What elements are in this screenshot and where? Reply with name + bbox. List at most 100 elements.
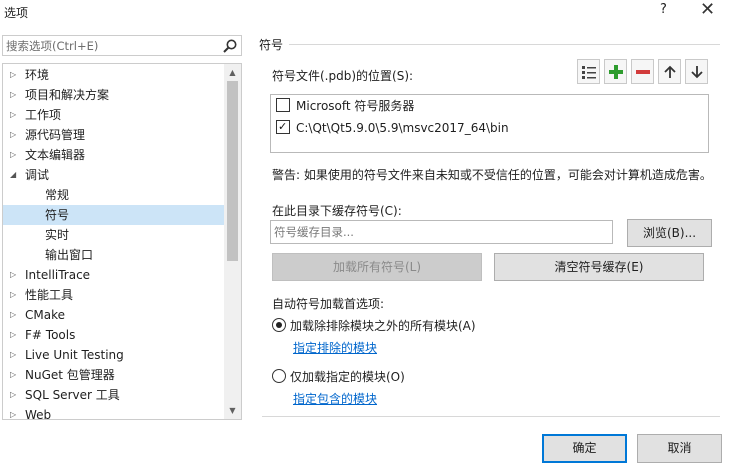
move-down-button[interactable] — [685, 59, 708, 84]
list-icon — [581, 65, 596, 79]
search-icon[interactable] — [222, 38, 238, 54]
location-item-qt[interactable]: C:\Qt\Qt5.9.0\5.9\msvc2017_64\bin — [276, 117, 509, 138]
tree-item-label: 工作项 — [25, 108, 62, 122]
add-location-button[interactable] — [604, 59, 627, 84]
move-up-button[interactable] — [658, 59, 681, 84]
expand-arrow-icon[interactable]: ▷ — [10, 285, 16, 305]
tree-item[interactable]: ▷ 项目和解决方案 — [3, 85, 225, 105]
tree-item-label: 项目和解决方案 — [25, 88, 110, 102]
tree-scrollbar[interactable]: ▲ ▼ — [224, 64, 241, 419]
radio-button[interactable] — [272, 318, 286, 332]
location-checkbox[interactable] — [276, 98, 290, 112]
tree-item[interactable]: ◢ 调试 — [3, 165, 225, 185]
pdb-locations-label: 符号文件(.pdb)的位置(S): — [272, 69, 414, 83]
tree-item[interactable]: ▷ 工作项 — [3, 105, 225, 125]
tree-item[interactable]: 实时 — [3, 225, 225, 245]
expand-arrow-icon[interactable]: ▷ — [10, 385, 16, 405]
expand-arrow-icon[interactable]: ▷ — [10, 105, 16, 125]
arrow-down-icon — [690, 65, 703, 78]
auto-load-label: 自动符号加载首选项: — [272, 297, 385, 311]
tree-item[interactable]: 符号 — [3, 205, 225, 225]
expand-arrow-icon[interactable]: ▷ — [10, 85, 16, 105]
options-tree[interactable]: ▷ 环境 ▷ 项目和解决方案 ▷ 工作项 ▷ 源代码管理 ▷ 文本编辑器 ◢ 调试常规符号实时输出窗口… — [2, 63, 242, 420]
tree-item[interactable]: ▷ 性能工具 — [3, 285, 225, 305]
expand-arrow-icon[interactable]: ▷ — [10, 345, 16, 365]
tree-item[interactable]: ▷ 文本编辑器 — [3, 145, 225, 165]
scrollbar-thumb[interactable] — [227, 81, 238, 261]
cache-dir-field — [270, 220, 613, 244]
tree-item-label: 源代码管理 — [25, 128, 86, 142]
location-label: C:\Qt\Qt5.9.0\5.9\msvc2017_64\bin — [296, 121, 509, 135]
scroll-down-icon[interactable]: ▼ — [224, 402, 241, 419]
tree-item[interactable]: ▷ F# Tools — [3, 325, 225, 345]
divider — [262, 416, 720, 417]
minus-icon — [635, 69, 650, 74]
tree-item-label: CMake — [25, 308, 65, 322]
browse-button[interactable]: 浏览(B)... — [627, 219, 712, 247]
clear-symbol-cache-button[interactable]: 清空符号缓存(E) — [494, 253, 704, 281]
location-label: Microsoft 符号服务器 — [296, 99, 415, 113]
close-icon[interactable]: ✕ — [700, 0, 715, 20]
radio-button[interactable] — [272, 369, 286, 383]
location-item-microsoft[interactable]: Microsoft 符号服务器 — [276, 96, 414, 116]
expand-arrow-icon[interactable]: ▷ — [10, 405, 16, 419]
section-title: 符号 — [259, 38, 284, 52]
expanded-arrow-icon[interactable]: ◢ — [10, 165, 16, 185]
tree-item[interactable]: ▷ 环境 — [3, 65, 225, 85]
divider — [289, 44, 720, 45]
expand-arrow-icon[interactable]: ▷ — [10, 365, 16, 385]
tree-item-label: F# Tools — [25, 328, 76, 342]
load-all-modules-option[interactable]: 加载除排除模块之外的所有模块(A) — [272, 317, 476, 334]
help-button[interactable]: ? — [660, 2, 667, 17]
tree-item-label: 符号 — [45, 208, 70, 222]
search-box — [2, 35, 242, 56]
expand-arrow-icon[interactable]: ▷ — [10, 125, 16, 145]
tree-item-label: Web — [25, 408, 52, 420]
plus-icon — [608, 64, 623, 79]
location-checkbox[interactable] — [276, 117, 290, 137]
tree-item-label: 常规 — [45, 188, 70, 202]
title-bar: 选项 ? ✕ — [0, 0, 730, 30]
specify-included-modules-link[interactable]: 指定包含的模块 — [293, 390, 377, 407]
tree-item[interactable]: ▷ SQL Server 工具 — [3, 385, 225, 405]
tree-item-label: 性能工具 — [25, 288, 74, 302]
tree-item[interactable]: 输出窗口 — [3, 245, 225, 265]
cache-dir-label: 在此目录下缓存符号(C): — [272, 204, 402, 218]
tree-item-label: 输出窗口 — [45, 248, 94, 262]
tree-item-label: NuGet 包管理器 — [25, 368, 115, 382]
tree-item-label: 文本编辑器 — [25, 148, 86, 162]
scroll-up-icon[interactable]: ▲ — [224, 64, 241, 81]
tree-item[interactable]: 常规 — [3, 185, 225, 205]
cancel-button[interactable]: 取消 — [637, 434, 722, 463]
expand-arrow-icon[interactable]: ▷ — [10, 65, 16, 85]
tree-item[interactable]: ▷ IntelliTrace — [3, 265, 225, 285]
tree-item[interactable]: ▷ CMake — [3, 305, 225, 325]
tree-item-label: 环境 — [25, 68, 50, 82]
tree-item-label: SQL Server 工具 — [25, 388, 120, 402]
symbol-locations-list[interactable]: Microsoft 符号服务器 C:\Qt\Qt5.9.0\5.9\msvc20… — [270, 94, 709, 153]
warning-text: 警告: 如果使用的符号文件来自未知或不受信任的位置，可能会对计算机造成危害。 — [272, 168, 712, 182]
arrow-up-icon — [663, 65, 676, 78]
load-all-symbols-button[interactable]: 加载所有符号(L) — [272, 253, 482, 281]
search-input[interactable] — [3, 37, 211, 54]
tree-item[interactable]: ▷ Live Unit Testing — [3, 345, 225, 365]
tree-item-label: IntelliTrace — [25, 268, 91, 282]
window-title: 选项 — [4, 6, 29, 20]
tree-item[interactable]: ▷ 源代码管理 — [3, 125, 225, 145]
cache-dir-input[interactable] — [274, 222, 604, 242]
tree-item[interactable]: ▷ Web — [3, 405, 225, 420]
expand-arrow-icon[interactable]: ▷ — [10, 145, 16, 165]
tree-item-label: 实时 — [45, 228, 70, 242]
load-specified-modules-option[interactable]: 仅加载指定的模块(O) — [272, 368, 405, 385]
expand-arrow-icon[interactable]: ▷ — [10, 325, 16, 345]
load-list-button[interactable] — [577, 59, 600, 84]
expand-arrow-icon[interactable]: ▷ — [10, 305, 16, 325]
radio-label: 加载除排除模块之外的所有模块(A) — [290, 319, 476, 333]
tree-item-label: Live Unit Testing — [25, 348, 124, 362]
tree-item-label: 调试 — [25, 168, 50, 182]
remove-location-button[interactable] — [631, 59, 654, 84]
ok-button[interactable]: 确定 — [542, 434, 627, 463]
specify-excluded-modules-link[interactable]: 指定排除的模块 — [293, 339, 377, 356]
tree-item[interactable]: ▷ NuGet 包管理器 — [3, 365, 225, 385]
expand-arrow-icon[interactable]: ▷ — [10, 265, 16, 285]
